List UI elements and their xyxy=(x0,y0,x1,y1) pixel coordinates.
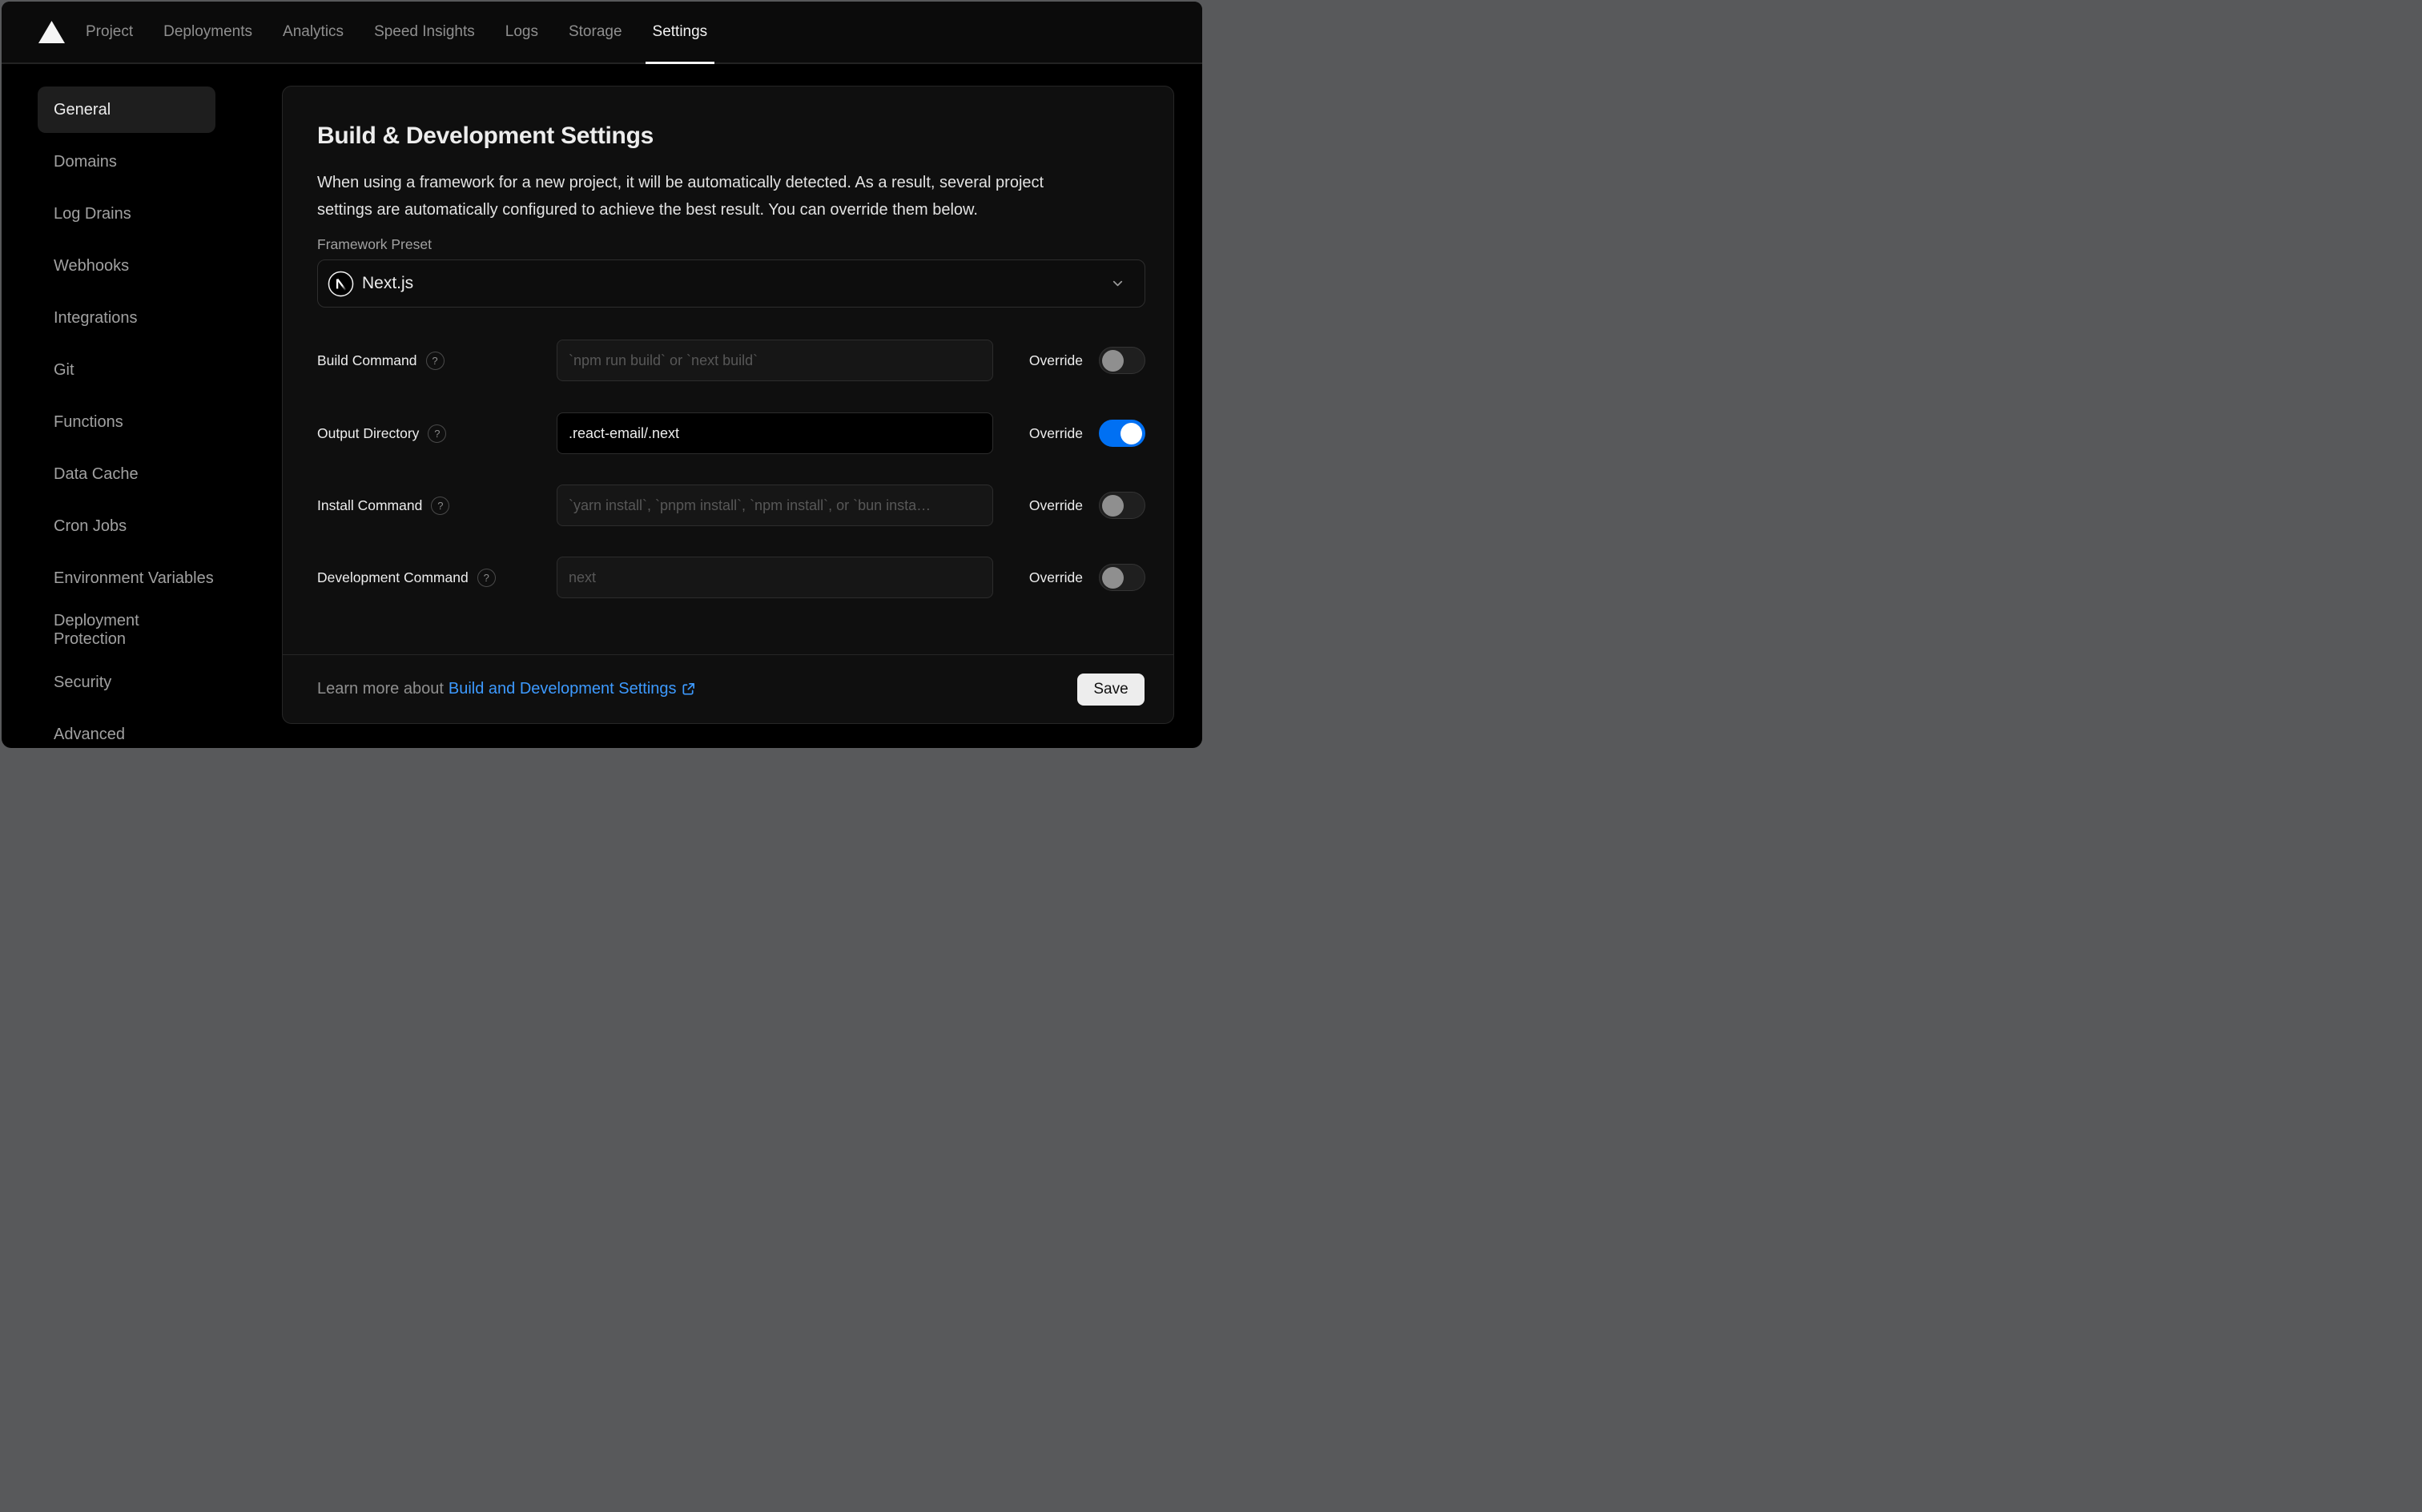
top-nav: Project Deployments Analytics Speed Insi… xyxy=(2,2,1202,64)
sidebar-item-environment-variables[interactable]: Environment Variables xyxy=(38,555,215,601)
app-window: Project Deployments Analytics Speed Insi… xyxy=(2,2,1202,748)
install-command-row: Install Command ? Override xyxy=(317,485,1145,526)
help-icon[interactable]: ? xyxy=(428,424,447,443)
override-label: Override xyxy=(1028,497,1083,513)
nav-tabs: Project Deployments Analytics Speed Insi… xyxy=(86,2,714,64)
footer-link-label: Build and Development Settings xyxy=(448,680,677,698)
sidebar-item-cron-jobs[interactable]: Cron Jobs xyxy=(38,503,215,549)
development-command-row: Development Command ? Override xyxy=(317,557,1145,598)
development-command-label: Development Command xyxy=(317,569,469,585)
development-command-input[interactable] xyxy=(557,557,993,598)
override-label: Override xyxy=(1028,569,1083,585)
toggle-knob xyxy=(1120,422,1142,444)
tab-storage[interactable]: Storage xyxy=(569,2,622,62)
tab-deployments[interactable]: Deployments xyxy=(163,2,252,62)
framework-preset-select[interactable]: Next.js xyxy=(317,259,1145,308)
sidebar-item-general[interactable]: General xyxy=(38,86,215,133)
sidebar-item-integrations[interactable]: Integrations xyxy=(38,295,215,341)
install-command-override-toggle[interactable] xyxy=(1099,492,1145,519)
sidebar-item-git[interactable]: Git xyxy=(38,347,215,393)
build-settings-card: Build & Development Settings When using … xyxy=(282,86,1174,724)
sidebar-item-log-drains[interactable]: Log Drains xyxy=(38,191,215,237)
override-label: Override xyxy=(1028,352,1083,368)
external-link-icon xyxy=(681,682,696,697)
help-icon[interactable]: ? xyxy=(425,351,445,370)
development-command-override-toggle[interactable] xyxy=(1099,564,1145,591)
save-button[interactable]: Save xyxy=(1077,673,1145,706)
sidebar-item-webhooks[interactable]: Webhooks xyxy=(38,243,215,289)
tab-analytics[interactable]: Analytics xyxy=(283,2,344,62)
tab-settings[interactable]: Settings xyxy=(645,2,714,64)
install-command-input[interactable] xyxy=(557,485,993,526)
toggle-knob xyxy=(1102,494,1124,517)
settings-sidebar: General Domains Log Drains Webhooks Inte… xyxy=(38,86,215,748)
help-icon[interactable]: ? xyxy=(431,496,450,515)
footer-prefix: Learn more about xyxy=(317,680,444,698)
sidebar-item-domains[interactable]: Domains xyxy=(38,139,215,185)
card-footer: Learn more about Build and Development S… xyxy=(283,654,1173,723)
page-title: Build & Development Settings xyxy=(317,123,654,149)
sidebar-item-functions[interactable]: Functions xyxy=(38,399,215,445)
section-description: When using a framework for a new project… xyxy=(317,174,1044,219)
sidebar-item-deployment-protection[interactable]: Deployment Protection xyxy=(38,607,215,653)
output-directory-override-toggle[interactable] xyxy=(1099,420,1145,447)
tab-project[interactable]: Project xyxy=(86,2,133,62)
build-command-override-toggle[interactable] xyxy=(1099,347,1145,374)
output-directory-input[interactable] xyxy=(557,412,993,454)
sidebar-item-advanced[interactable]: Advanced xyxy=(38,711,215,748)
framework-preset-label: Framework Preset xyxy=(317,236,432,252)
help-icon[interactable]: ? xyxy=(477,568,496,587)
sidebar-item-data-cache[interactable]: Data Cache xyxy=(38,451,215,497)
footer-text: Learn more about Build and Development S… xyxy=(317,680,696,698)
override-label: Override xyxy=(1028,424,1083,441)
sidebar-item-security[interactable]: Security xyxy=(38,659,215,706)
vercel-logo-icon[interactable] xyxy=(38,2,65,62)
output-directory-label: Output Directory xyxy=(317,424,420,441)
toggle-knob xyxy=(1102,349,1124,372)
tab-logs[interactable]: Logs xyxy=(505,2,538,62)
framework-preset-value: Next.js xyxy=(362,274,414,292)
chevron-down-icon xyxy=(1110,276,1125,292)
toggle-knob xyxy=(1102,566,1124,589)
tab-speed-insights[interactable]: Speed Insights xyxy=(374,2,475,62)
build-command-label: Build Command xyxy=(317,352,417,368)
build-settings-docs-link[interactable]: Build and Development Settings xyxy=(449,680,696,698)
build-command-input[interactable] xyxy=(557,340,993,381)
nextjs-logo-icon xyxy=(328,271,354,297)
output-directory-row: Output Directory ? Override xyxy=(317,412,1145,454)
install-command-label: Install Command xyxy=(317,497,423,513)
build-command-row: Build Command ? Override xyxy=(317,340,1145,381)
